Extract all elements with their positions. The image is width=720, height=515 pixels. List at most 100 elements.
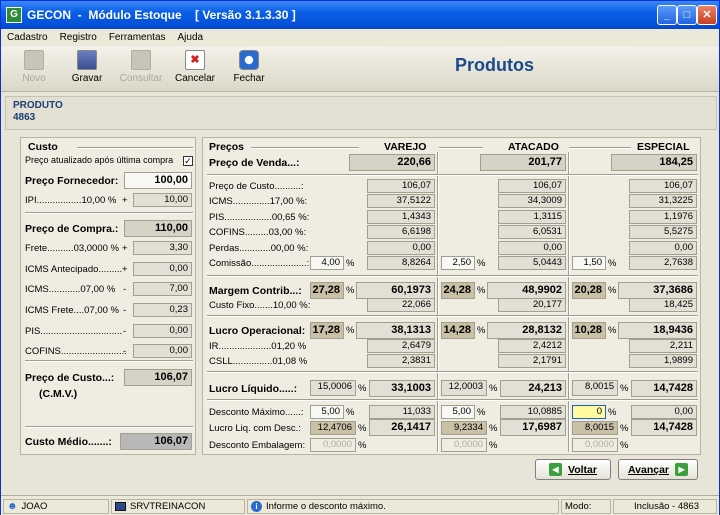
perdas-atacado: 0,00 bbox=[498, 241, 566, 255]
preco-venda-especial[interactable]: 184,25 bbox=[611, 154, 697, 171]
perdas-varejo: 0,00 bbox=[367, 241, 435, 255]
gravar-button[interactable]: Gravar bbox=[63, 50, 111, 84]
lucro-desc-pct-varejo: 12,4706 bbox=[310, 421, 356, 435]
cofins-especial: 5,5275 bbox=[629, 225, 697, 239]
preco-fornecedor-label: Preço Fornecedor: bbox=[25, 175, 119, 187]
icms-antecipado-field: 0,00 bbox=[133, 262, 192, 276]
pct-symbol: % bbox=[346, 285, 355, 296]
pct-symbol: % bbox=[346, 407, 355, 418]
comissao-pct-varejo[interactable]: 4,00 bbox=[310, 256, 344, 270]
comissao-especial: 2,7638 bbox=[629, 256, 697, 270]
custo-panel: Custo Preço atualizado após última compr… bbox=[20, 137, 196, 455]
csll-label: CSLL...............01,08 % bbox=[209, 356, 308, 367]
maximize-icon[interactable]: □ bbox=[677, 5, 697, 25]
pct-symbol: % bbox=[620, 383, 629, 394]
status-message-text: Informe o desconto máximo. bbox=[266, 501, 386, 512]
cancelar-button[interactable]: ✖ Cancelar bbox=[171, 50, 219, 84]
lucro-op-especial: 18,9436 bbox=[618, 322, 697, 339]
comissao-atacado: 5,0443 bbox=[498, 256, 566, 270]
avancar-button[interactable]: Avançar ▶ bbox=[618, 459, 698, 480]
preco-venda-varejo[interactable]: 220,66 bbox=[349, 154, 435, 171]
product-label: PRODUTO bbox=[13, 100, 63, 111]
divider bbox=[569, 147, 631, 149]
desc-emb-atacado[interactable]: 0,0000 bbox=[441, 438, 487, 452]
margem-varejo: 60,1973 bbox=[356, 282, 435, 299]
perdas-especial: 0,00 bbox=[629, 241, 697, 255]
menu-registro[interactable]: Registro bbox=[60, 32, 97, 43]
pct-symbol: % bbox=[620, 423, 629, 434]
desc-max-pct-atacado[interactable]: 5,00 bbox=[441, 405, 475, 419]
custo-fixo-especial: 18,425 bbox=[629, 298, 697, 312]
status-server-name: SRVTREINACON bbox=[130, 501, 206, 512]
pct-symbol: % bbox=[477, 325, 486, 336]
status-server: SRVTREINACON bbox=[111, 499, 245, 514]
product-code: 4863 bbox=[13, 112, 36, 123]
menu-ajuda[interactable]: Ajuda bbox=[178, 32, 204, 43]
cofins-varejo: 6,6198 bbox=[367, 225, 435, 239]
divider bbox=[207, 399, 698, 401]
comissao-pct-atacado[interactable]: 2,50 bbox=[441, 256, 475, 270]
arrow-left-icon: ◀ bbox=[549, 463, 562, 476]
consultar-label: Consultar bbox=[119, 73, 163, 84]
precos-panel: Preços VAREJO ATACADO ESPECIAL Preço de … bbox=[202, 137, 701, 455]
app-icon: G bbox=[6, 7, 22, 23]
menu-ferramentas[interactable]: Ferramentas bbox=[109, 32, 166, 43]
pct-symbol: % bbox=[346, 325, 355, 336]
custo-fixo-varejo: 22,066 bbox=[367, 298, 435, 312]
comissao-varejo: 8,8264 bbox=[367, 256, 435, 270]
preco-custo-label: Preço de Custo..........: bbox=[209, 181, 304, 192]
icms-label: ICMS............07,00 % bbox=[25, 284, 116, 295]
avancar-label: Avançar bbox=[627, 463, 670, 476]
divider bbox=[439, 147, 483, 149]
desc-max-pct-varejo[interactable]: 5,00 bbox=[310, 405, 344, 419]
lucro-desc-label: Lucro Liq. com Desc.: bbox=[209, 423, 301, 434]
margem-label: Margem Contrib...: bbox=[209, 285, 302, 297]
icms-antecipado-label: ICMS Antecipado......... bbox=[25, 264, 123, 275]
pct-symbol: % bbox=[477, 407, 486, 418]
pct-symbol: % bbox=[608, 285, 617, 296]
lucro-liq-especial: 14,7428 bbox=[631, 380, 697, 397]
desc-max-atacado: 10,0885 bbox=[500, 405, 566, 419]
new-icon bbox=[24, 50, 44, 70]
info-icon: i bbox=[251, 501, 262, 512]
lucro-liq-pct-especial: 8,0015 bbox=[572, 380, 618, 396]
preco-atualizado-checkbox[interactable]: ✓ bbox=[183, 156, 193, 166]
minimize-icon[interactable]: _ bbox=[657, 5, 677, 25]
icms-field: 7,00 bbox=[133, 282, 192, 296]
status-message: i Informe o desconto máximo. bbox=[247, 499, 559, 514]
desc-emb-varejo[interactable]: 0,0000 bbox=[310, 438, 356, 452]
status-mode: Inclusão - 4863 bbox=[613, 499, 717, 514]
status-mode-label: Modo: bbox=[561, 499, 611, 514]
title-bar: G GECON - Módulo Estoque [ Versão 3.1.3.… bbox=[1, 1, 719, 29]
pct-symbol: % bbox=[489, 383, 498, 394]
consultar-button[interactable]: Consultar bbox=[117, 50, 165, 84]
desc-emb-especial[interactable]: 0,0000 bbox=[572, 438, 618, 452]
cmv-label: (C.M.V.) bbox=[39, 388, 78, 400]
comissao-pct-especial[interactable]: 1,50 bbox=[572, 256, 606, 270]
preco-fornecedor-field[interactable]: 100,00 bbox=[124, 172, 192, 189]
pct-symbol: % bbox=[346, 258, 355, 269]
icms-especial: 31,3225 bbox=[629, 194, 697, 208]
novo-label: Novo bbox=[22, 73, 46, 84]
fechar-button[interactable]: Fechar bbox=[225, 50, 273, 84]
close-icon[interactable]: ✕ bbox=[697, 5, 717, 25]
voltar-button[interactable]: ◀ Voltar bbox=[535, 459, 611, 480]
csll-atacado: 2,1791 bbox=[498, 354, 566, 368]
preco-atualizado-label: Preço atualizado após última compra bbox=[25, 155, 174, 165]
divider bbox=[25, 212, 193, 214]
menu-cadastro[interactable]: Cadastro bbox=[7, 32, 48, 43]
novo-button[interactable]: Novo bbox=[10, 50, 58, 84]
lucro-desc-pct-especial: 8,0015 bbox=[572, 421, 618, 435]
desc-max-pct-especial[interactable]: 0 bbox=[572, 405, 606, 419]
frete-field: 3,30 bbox=[133, 241, 192, 255]
status-user: ☻ JOAO bbox=[3, 499, 109, 514]
divider bbox=[207, 371, 698, 373]
cofins-atacado: 6,0531 bbox=[498, 225, 566, 239]
margem-pct-especial: 20,28 bbox=[572, 282, 606, 299]
preco-venda-atacado[interactable]: 201,77 bbox=[480, 154, 566, 171]
search-icon bbox=[131, 50, 151, 70]
margem-pct-varejo: 27,28 bbox=[310, 282, 344, 299]
fechar-label: Fechar bbox=[233, 73, 265, 84]
cofins-label: COFINS......................... bbox=[25, 346, 127, 357]
preco-custo-atacado: 106,07 bbox=[498, 179, 566, 193]
